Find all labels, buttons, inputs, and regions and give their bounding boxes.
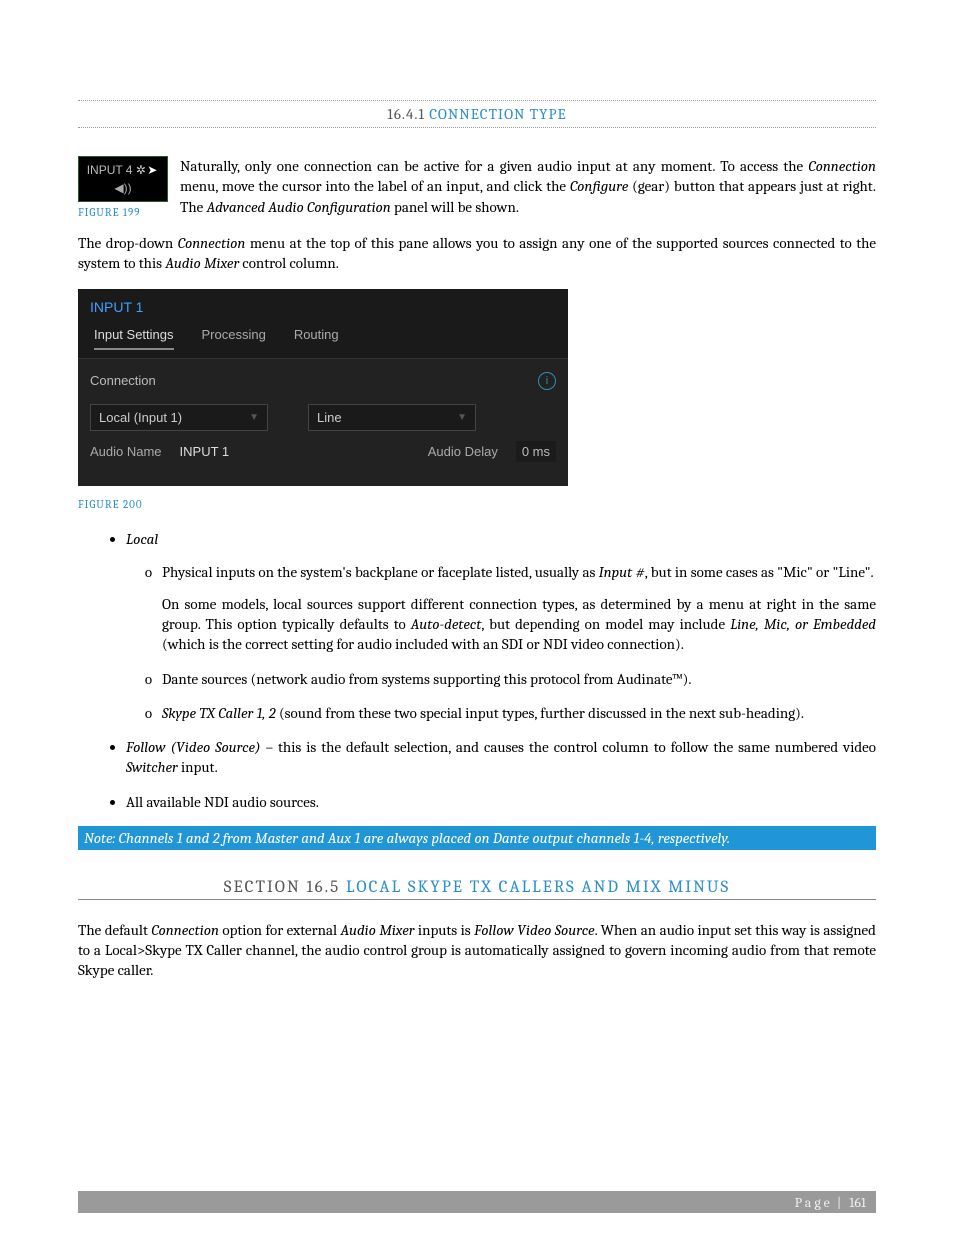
figure-199: INPUT 4 ✲ ➤ ◀)) FIGURE 199 [78,156,168,219]
info-icon[interactable]: i [538,372,556,390]
audio-delay-label: Audio Delay [428,444,498,459]
connection-type-value: Line [317,410,342,425]
bullet-follow: Follow (Video Source) – this is the defa… [126,737,876,778]
section-number: SECTION 16.5 [224,878,340,897]
sound-icon: ◀)) [83,181,163,195]
tab-processing[interactable]: Processing [202,327,266,350]
audio-name-label: Audio Name [90,444,162,459]
bullet-local-skype: Skype TX Caller 1, 2 (sound from these t… [162,703,876,723]
gear-icon: ✲ [136,163,146,177]
page-footer: Page | 161 [78,1191,876,1213]
connection-label: Connection [90,367,538,394]
tab-input-settings[interactable]: Input Settings [94,327,174,350]
bullet-local-physical: Physical inputs on the system's backplan… [162,562,876,655]
cursor-icon: ➤ [147,163,157,177]
bullet-ndi: All available NDI audio sources. [126,792,876,812]
footer-page-number: 161 [849,1194,866,1211]
figure-200-caption: FIGURE 200 [78,498,876,511]
audio-delay-value[interactable]: 0 ms [516,441,556,462]
footer-separator: | [837,1194,841,1211]
connection-source-dropdown[interactable]: Local (Input 1) ▼ [90,404,268,431]
audio-name-value: INPUT 1 [180,444,230,459]
connection-type-dropdown[interactable]: Line ▼ [308,404,476,431]
section-title: CONNECTION TYPE [429,105,566,123]
panel-title: INPUT 1 [78,289,568,321]
paragraph-1: Naturally, only one connection can be ac… [78,156,876,217]
chevron-down-icon: ▼ [249,412,259,423]
bullet-list: Local Physical inputs on the system's ba… [78,529,876,812]
section-heading-16-4-1: 16.4.1 CONNECTION TYPE [78,100,876,128]
section-heading-16-5: SECTION 16.5 LOCAL SKYPE TX CALLERS AND … [78,878,876,900]
paragraph-3: The default Connection option for extern… [78,920,876,981]
input4-label: INPUT 4 [87,163,133,177]
bullet-local-dante: Dante sources (network audio from system… [162,669,876,689]
section-title: LOCAL SKYPE TX CALLERS AND MIX MINUS [346,878,730,897]
paragraph-2: The drop-down Connection menu at the top… [78,233,876,274]
footer-page-label: Page [795,1194,833,1211]
panel-tabs: Input Settings Processing Routing [78,321,568,359]
section-number: 16.4.1 [387,105,424,123]
figure-199-caption: FIGURE 199 [78,206,168,219]
connection-source-value: Local (Input 1) [99,410,182,425]
figure-200-panel: INPUT 1 Input Settings Processing Routin… [78,289,568,486]
figure-199-image: INPUT 4 ✲ ➤ ◀)) [78,156,168,202]
chevron-down-icon: ▼ [457,412,467,423]
tab-routing[interactable]: Routing [294,327,339,350]
bullet-local: Local Physical inputs on the system's ba… [126,529,876,723]
note-box: Note: Channels 1 and 2 from Master and A… [78,826,876,850]
